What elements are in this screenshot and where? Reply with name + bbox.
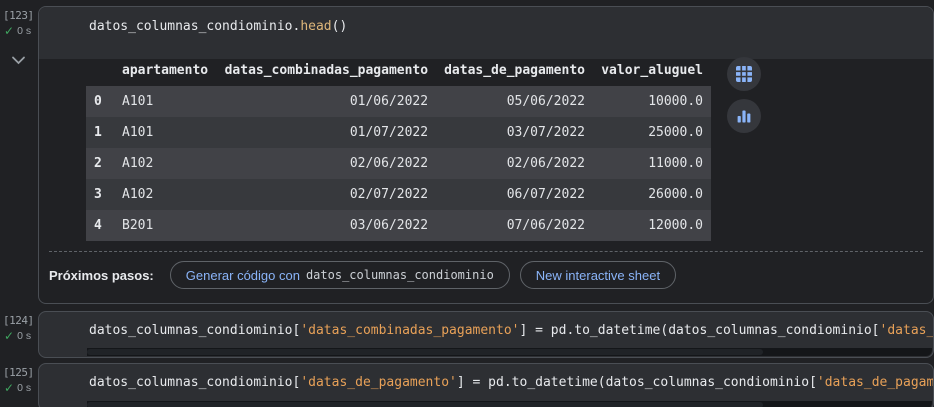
check-icon: ✓ bbox=[4, 24, 15, 38]
row-index: 2 bbox=[94, 156, 102, 171]
horizontal-scrollbar[interactable] bbox=[87, 401, 932, 407]
scrollbar-thumb[interactable] bbox=[87, 349, 763, 355]
collapse-output-icon[interactable] bbox=[11, 56, 26, 65]
code-token: datos_columnas_condiominio. bbox=[89, 19, 301, 34]
code-token: () bbox=[331, 19, 348, 34]
table-row: 4 B201 03/06/2022 07/06/2022 12000.0 bbox=[86, 210, 711, 241]
header-valor-aluguel: valor_aluguel bbox=[601, 63, 703, 78]
run-status-124: ✓ 0 s bbox=[4, 330, 31, 342]
scrollbar-thumb[interactable] bbox=[87, 402, 763, 407]
cell-datas-de-pagamento: 03/07/2022 bbox=[506, 125, 585, 140]
code-cell-125: datos_columnas_condiominio['datas_de_pag… bbox=[38, 363, 934, 407]
row-index: 0 bbox=[94, 94, 102, 109]
run-status-125: ✓ 0 s bbox=[4, 382, 31, 394]
cell-valor-aluguel: 11000.0 bbox=[648, 156, 703, 171]
cell-valor-aluguel: 25000.0 bbox=[648, 125, 703, 140]
generate-code-button[interactable]: Generar código con datos_columnas_condio… bbox=[169, 261, 510, 289]
cell-valor-aluguel: 10000.0 bbox=[648, 94, 703, 109]
code-token: ] = pd.to_datetime(datos_columnas_condio… bbox=[456, 375, 817, 390]
table-row: 1 A101 01/07/2022 03/07/2022 25000.0 bbox=[86, 117, 711, 148]
dataframe-table: apartamento datas_combinadas_pagamento d… bbox=[86, 55, 711, 241]
cell-apartamento: B201 bbox=[122, 218, 154, 233]
execution-count-123[interactable]: [123] bbox=[3, 9, 34, 22]
table-row: 3 A102 02/07/2022 06/07/2022 26000.0 bbox=[86, 179, 711, 210]
row-index: 1 bbox=[94, 125, 102, 140]
cell-apartamento: A102 bbox=[122, 187, 154, 202]
cell-valor-aluguel: 12000.0 bbox=[648, 218, 703, 233]
interactive-table-button[interactable] bbox=[727, 57, 761, 91]
execution-count-125[interactable]: [125] bbox=[3, 366, 34, 379]
code-token: datos_columnas_condiominio[ bbox=[89, 323, 301, 338]
run-status-123: ✓ 0 s bbox=[4, 25, 31, 37]
cell-datas-de-pagamento: 02/06/2022 bbox=[506, 156, 585, 171]
code-token: 'datas_de_pagamento' bbox=[300, 375, 457, 390]
cell-apartamento: A101 bbox=[122, 125, 154, 140]
new-interactive-sheet-label: New interactive sheet bbox=[535, 267, 661, 283]
cell-datas-combinadas: 01/06/2022 bbox=[349, 94, 429, 109]
new-interactive-sheet-button[interactable]: New interactive sheet bbox=[519, 261, 677, 289]
table-icon bbox=[736, 66, 752, 82]
cell-datas-combinadas: 02/06/2022 bbox=[349, 156, 429, 171]
chart-suggestions-button[interactable] bbox=[727, 99, 761, 133]
next-steps-bar: Próximos pasos: Generar código con datos… bbox=[49, 261, 677, 289]
code-cell-123: datos_columnas_condiominio.head() aparta… bbox=[38, 6, 934, 304]
header-datas-combinadas-pagamento: datas_combinadas_pagamento bbox=[224, 63, 429, 78]
code-editor[interactable]: datos_columnas_condiominio['datas_combin… bbox=[39, 312, 933, 338]
header-apartamento: apartamento bbox=[122, 63, 209, 78]
table-header-row: apartamento datas_combinadas_pagamento d… bbox=[86, 55, 711, 86]
code-token: ] = pd.to_datetime(datos_columnas_condio… bbox=[519, 323, 880, 338]
horizontal-scrollbar[interactable] bbox=[87, 348, 932, 356]
header-index bbox=[86, 55, 114, 86]
next-steps-label: Próximos pasos: bbox=[49, 267, 154, 283]
cell-datas-combinadas: 03/06/2022 bbox=[349, 218, 429, 233]
code-token: 'datas_de_pagam bbox=[816, 375, 933, 390]
code-token: 'datas_ bbox=[879, 323, 933, 338]
row-index: 4 bbox=[94, 218, 102, 233]
execution-time: 0 s bbox=[17, 382, 32, 394]
code-token: datos_columnas_condiominio[ bbox=[89, 375, 301, 390]
code-token: 'datas_combinadas_pagamento' bbox=[300, 323, 520, 338]
cell-datas-de-pagamento: 06/07/2022 bbox=[506, 187, 585, 202]
generate-code-label: Generar código con bbox=[185, 267, 300, 283]
code-editor[interactable]: datos_columnas_condiominio['datas_de_pag… bbox=[39, 364, 933, 390]
cell-datas-combinadas: 02/07/2022 bbox=[349, 187, 429, 202]
code-cell-124: datos_columnas_condiominio['datas_combin… bbox=[38, 311, 934, 358]
cell-apartamento: A101 bbox=[122, 94, 154, 109]
cell-datas-de-pagamento: 05/06/2022 bbox=[506, 94, 585, 109]
check-icon: ✓ bbox=[4, 329, 15, 343]
code-token: head bbox=[300, 19, 332, 34]
dataframe-name: datos_columnas_condiominio bbox=[305, 268, 494, 282]
cell-valor-aluguel: 26000.0 bbox=[648, 187, 703, 202]
output-divider bbox=[49, 251, 923, 252]
check-icon: ✓ bbox=[4, 381, 15, 395]
execution-time: 0 s bbox=[17, 330, 32, 342]
code-editor[interactable]: datos_columnas_condiominio.head() bbox=[39, 7, 933, 59]
row-index: 3 bbox=[94, 187, 102, 202]
cell-datas-combinadas: 01/07/2022 bbox=[349, 125, 429, 140]
cell-datas-de-pagamento: 07/06/2022 bbox=[506, 218, 585, 233]
table-row: 2 A102 02/06/2022 02/06/2022 11000.0 bbox=[86, 148, 711, 179]
cell-apartamento: A102 bbox=[122, 156, 154, 171]
bar-chart-icon bbox=[737, 110, 751, 123]
table-row: 0 A101 01/06/2022 05/06/2022 10000.0 bbox=[86, 86, 711, 117]
execution-time: 0 s bbox=[17, 25, 32, 37]
notebook-page: [123] ✓ 0 s datos_columnas_condiominio.h… bbox=[0, 0, 934, 407]
header-datas-de-pagamento: datas_de_pagamento bbox=[444, 63, 585, 78]
execution-count-124[interactable]: [124] bbox=[3, 314, 34, 327]
